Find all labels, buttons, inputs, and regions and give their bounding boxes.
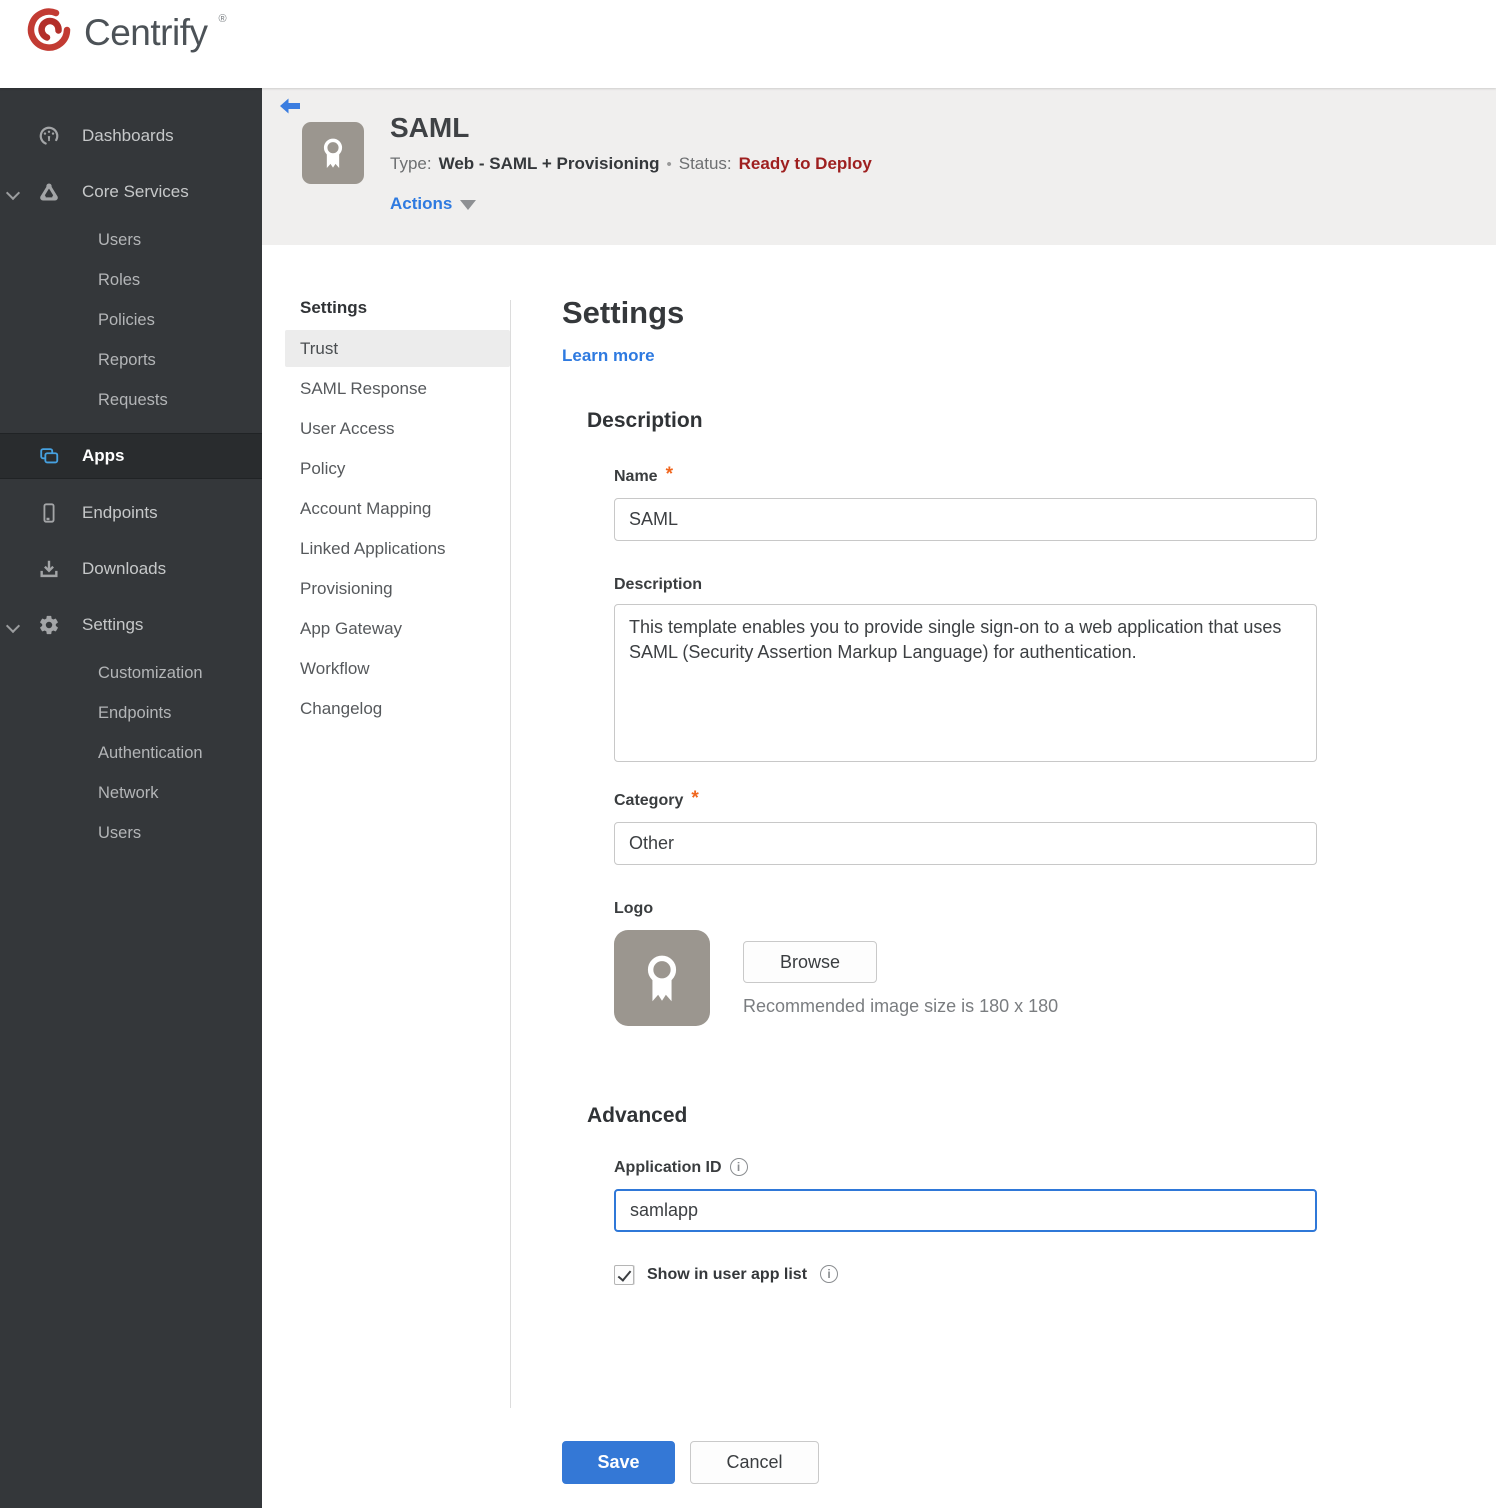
app-title: SAML bbox=[390, 112, 470, 143]
sidebar-item-authentication[interactable]: Authentication bbox=[0, 733, 262, 773]
sidebar-item-roles[interactable]: Roles bbox=[0, 260, 262, 300]
status-label: Status: bbox=[678, 154, 732, 173]
core-services-subgroup: Users Roles Policies Reports Requests bbox=[0, 220, 262, 420]
learn-more-link[interactable]: Learn more bbox=[562, 346, 655, 366]
show-in-app-list-checkbox[interactable] bbox=[614, 1265, 634, 1285]
form-footer: Save Cancel bbox=[562, 1441, 1322, 1484]
sidebar: Dashboards Core Services Users Roles Pol… bbox=[0, 88, 262, 1508]
description-label: Description bbox=[614, 576, 703, 593]
logo-label: Logo bbox=[614, 900, 654, 917]
brand-logo: Centrify ® bbox=[26, 6, 227, 59]
sidebar-item-network[interactable]: Network bbox=[0, 773, 262, 813]
info-icon[interactable]: i bbox=[729, 1158, 748, 1176]
back-arrow-icon[interactable] bbox=[278, 96, 302, 118]
show-in-app-list-label: Show in user app list bbox=[647, 1266, 808, 1283]
settings-form: Settings Learn more Description Name * D… bbox=[562, 245, 1322, 1484]
chevron-down-icon bbox=[5, 185, 21, 201]
sidebar-item-users[interactable]: Users bbox=[0, 220, 262, 260]
logo-row: Browse Recommended image size is 180 x 1… bbox=[614, 930, 1322, 1026]
apps-icon bbox=[38, 445, 60, 467]
sidebar-item-policies[interactable]: Policies bbox=[0, 300, 262, 340]
sidebar-item-label: Apps bbox=[82, 446, 125, 465]
sidebar-item-label: Downloads bbox=[82, 559, 167, 578]
logo-preview bbox=[614, 930, 710, 1026]
content-body: Settings Trust SAML Response User Access… bbox=[262, 245, 1496, 1484]
show-in-app-list-row: Show in user app list i bbox=[614, 1265, 1322, 1285]
advanced-section-heading: Advanced bbox=[587, 1104, 688, 1127]
subnav-item-account-mapping[interactable]: Account Mapping bbox=[285, 490, 510, 530]
required-asterisk: * bbox=[691, 788, 699, 809]
app-award-icon bbox=[302, 122, 364, 184]
logo-size-hint: Recommended image size is 180 x 180 bbox=[743, 996, 1059, 1016]
subnav-item-user-access[interactable]: User Access bbox=[285, 410, 510, 450]
info-icon[interactable]: i bbox=[820, 1265, 839, 1283]
cancel-button[interactable]: Cancel bbox=[690, 1441, 819, 1484]
category-input[interactable] bbox=[614, 822, 1317, 865]
actions-label: Actions bbox=[390, 194, 453, 213]
status-value: Ready to Deploy bbox=[738, 154, 872, 173]
sidebar-item-reports[interactable]: Reports bbox=[0, 340, 262, 380]
settings-subnav: Settings Trust SAML Response User Access… bbox=[262, 245, 510, 730]
sidebar-item-core-services[interactable]: Core Services bbox=[0, 164, 262, 220]
sidebar-item-endpoints-settings[interactable]: Endpoints bbox=[0, 693, 262, 733]
application-id-input[interactable] bbox=[614, 1189, 1317, 1232]
description-textarea[interactable]: This template enables you to provide sin… bbox=[614, 604, 1317, 762]
actions-menu-button[interactable]: Actions bbox=[390, 194, 477, 214]
name-label: Name * bbox=[614, 464, 673, 485]
application-id-label: Application ID i bbox=[614, 1158, 1322, 1177]
subnav-heading: Settings bbox=[300, 298, 368, 317]
subnav-item-saml-response[interactable]: SAML Response bbox=[285, 370, 510, 410]
sidebar-item-label: Core Services bbox=[82, 182, 189, 201]
description-section-heading: Description bbox=[587, 409, 703, 432]
gear-icon bbox=[38, 614, 60, 636]
required-asterisk: * bbox=[665, 464, 673, 485]
sidebar-item-apps[interactable]: Apps bbox=[0, 433, 262, 479]
category-label: Category * bbox=[614, 788, 699, 809]
sidebar-item-customization[interactable]: Customization bbox=[0, 653, 262, 693]
subnav-item-policy[interactable]: Policy bbox=[285, 450, 510, 490]
subnav-list: Trust SAML Response User Access Policy A… bbox=[285, 330, 510, 730]
logo-controls: Browse Recommended image size is 180 x 1… bbox=[743, 930, 1058, 1017]
app-meta: Type: Web - SAML + Provisioning • Status… bbox=[390, 154, 872, 174]
content-area: SAML Type: Web - SAML + Provisioning • S… bbox=[262, 88, 1496, 1508]
sidebar-item-label: Settings bbox=[82, 615, 144, 634]
caret-down-icon bbox=[460, 200, 477, 210]
chevron-down-icon bbox=[5, 618, 21, 634]
subnav-item-linked-applications[interactable]: Linked Applications bbox=[285, 530, 510, 570]
subnav-item-changelog[interactable]: Changelog bbox=[285, 690, 510, 730]
subnav-item-provisioning[interactable]: Provisioning bbox=[285, 570, 510, 610]
registered-mark: ® bbox=[218, 12, 227, 25]
brand-name: Centrify bbox=[84, 11, 208, 53]
sidebar-item-downloads[interactable]: Downloads bbox=[0, 541, 262, 597]
vertical-divider bbox=[510, 300, 511, 1408]
separator-dot: • bbox=[666, 155, 672, 173]
phone-icon bbox=[38, 502, 60, 524]
core-services-icon bbox=[38, 181, 60, 203]
dashboard-gauge-icon bbox=[38, 125, 60, 147]
sidebar-item-label: Endpoints bbox=[82, 503, 158, 522]
top-bar: Centrify ® bbox=[0, 0, 1496, 88]
subnav-item-workflow[interactable]: Workflow bbox=[285, 650, 510, 690]
type-label: Type: bbox=[390, 154, 432, 173]
page: Centrify ® Dashboards Core Services User… bbox=[0, 0, 1496, 1508]
subnav-item-app-gateway[interactable]: App Gateway bbox=[285, 610, 510, 650]
save-button[interactable]: Save bbox=[562, 1441, 675, 1484]
browse-button[interactable]: Browse bbox=[743, 941, 877, 983]
download-icon bbox=[38, 558, 60, 580]
settings-subgroup: Customization Endpoints Authentication N… bbox=[0, 653, 262, 853]
type-value: Web - SAML + Provisioning bbox=[438, 154, 660, 173]
sidebar-item-label: Dashboards bbox=[82, 126, 174, 145]
centrify-swirl-icon bbox=[26, 6, 74, 59]
sidebar-item-endpoints[interactable]: Endpoints bbox=[0, 485, 262, 541]
sidebar-item-dashboards[interactable]: Dashboards bbox=[0, 108, 262, 164]
app-header-band: SAML Type: Web - SAML + Provisioning • S… bbox=[262, 88, 1496, 245]
sidebar-item-requests[interactable]: Requests bbox=[0, 380, 262, 420]
page-title: Settings bbox=[562, 295, 685, 330]
subnav-item-trust[interactable]: Trust bbox=[285, 330, 510, 367]
sidebar-item-users-settings[interactable]: Users bbox=[0, 813, 262, 853]
sidebar-item-settings[interactable]: Settings bbox=[0, 597, 262, 653]
name-input[interactable] bbox=[614, 498, 1317, 541]
